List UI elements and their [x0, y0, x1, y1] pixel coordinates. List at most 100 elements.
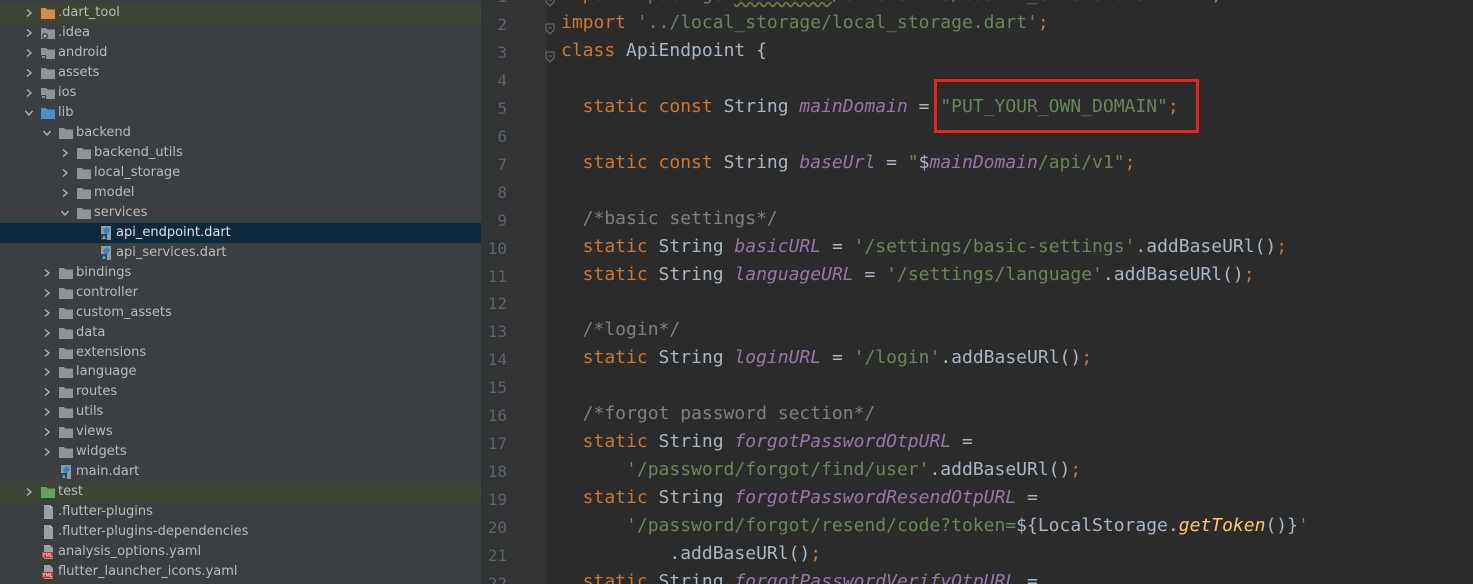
tree-file-item[interactable]: YML analysis_options.yaml: [0, 542, 481, 562]
tree-folder-item[interactable]: local_storage: [0, 163, 481, 183]
chevron-down-icon[interactable]: [58, 203, 72, 223]
chevron-right-icon[interactable]: [40, 362, 54, 382]
chevron-right-icon[interactable]: [22, 23, 36, 43]
chevron-right-icon[interactable]: [22, 63, 36, 83]
chevron-right-icon[interactable]: [58, 143, 72, 163]
tree-item-label: analysis_options.yaml: [58, 544, 202, 559]
code-token: String: [723, 95, 800, 117]
code-line[interactable]: class ApiEndpoint {: [561, 40, 767, 61]
code-token: String: [658, 431, 735, 453]
code-line[interactable]: /*login*/: [561, 319, 681, 340]
code-token: String: [658, 347, 735, 369]
code-line[interactable]: import '../local_storage/local_storage.d…: [561, 12, 1049, 33]
tree-folder-item[interactable]: assets: [0, 63, 481, 83]
chevron-right-icon[interactable]: [40, 303, 54, 323]
line-number: 4: [497, 70, 507, 90]
folder-icon: [58, 126, 74, 140]
tree-folder-item[interactable]: backend_utils: [0, 143, 481, 163]
code-token: class: [561, 39, 627, 61]
code-token: import: [561, 11, 637, 33]
code-token: static: [561, 487, 659, 509]
tree-folder-item[interactable]: test: [0, 482, 481, 502]
highlight-box: [934, 79, 1199, 133]
fold-marker-icon[interactable]: [545, 0, 555, 7]
tree-file-item[interactable]: YML flutter_launcher_icons.yaml: [0, 562, 481, 582]
chevron-right-icon[interactable]: [40, 323, 54, 343]
tree-folder-item[interactable]: views: [0, 422, 481, 442]
tree-folder-item[interactable]: backend: [0, 123, 481, 143]
tree-item-label: views: [76, 424, 113, 439]
code-line[interactable]: static String languageURL = '/settings/l…: [561, 264, 1255, 285]
chevron-right-icon[interactable]: [58, 163, 72, 183]
tree-folder-item[interactable]: controller: [0, 283, 481, 303]
code-token: .addBaseURl(): [1135, 235, 1277, 257]
chevron-down-icon[interactable]: [40, 123, 54, 143]
chevron-right-icon[interactable]: [40, 442, 54, 462]
chevron-right-icon[interactable]: [40, 402, 54, 422]
line-number: 5: [497, 98, 507, 118]
tree-item-label: .flutter-plugins: [58, 504, 153, 519]
tree-item-label: api_services.dart: [116, 245, 227, 260]
chevron-right-icon[interactable]: [22, 3, 36, 23]
code-line[interactable]: /*basic settings*/: [561, 208, 778, 229]
chevron-right-icon[interactable]: [22, 43, 36, 63]
code-token: =: [951, 431, 973, 453]
tree-folder-item[interactable]: extensions: [0, 343, 481, 363]
chevron-right-icon[interactable]: [40, 283, 54, 303]
chevron-right-icon[interactable]: [40, 263, 54, 283]
code-line[interactable]: .addBaseURl();: [561, 543, 821, 564]
module-folder-icon: [40, 86, 56, 100]
chevron-right-icon[interactable]: [58, 183, 72, 203]
tree-folder-item[interactable]: android: [0, 43, 481, 63]
tree-item-label: model: [94, 185, 135, 200]
tree-folder-item[interactable]: .dart_tool: [0, 3, 481, 23]
tree-item-label: flutter_launcher_icons.yaml: [58, 564, 238, 579]
code-line[interactable]: import 'package:ecommerce/extensions/cus…: [561, 0, 1222, 5]
code-token: LocalStorage.: [1037, 515, 1179, 537]
chevron-right-icon[interactable]: [40, 343, 54, 363]
tree-file-item[interactable]: api_endpoint.dart: [0, 223, 481, 243]
code-token: String: [658, 263, 735, 285]
chevron-right-icon[interactable]: [22, 482, 36, 502]
line-number: 16: [487, 406, 507, 426]
tree-folder-item[interactable]: .idea: [0, 23, 481, 43]
chevron-right-icon[interactable]: [22, 83, 36, 103]
tree-file-item[interactable]: api_services.dart: [0, 243, 481, 263]
tree-folder-item[interactable]: bindings: [0, 263, 481, 283]
code-line[interactable]: static String forgotPasswordVerifyOtpURL…: [561, 571, 1038, 584]
tree-folder-item[interactable]: lib: [0, 103, 481, 123]
tree-folder-item[interactable]: routes: [0, 382, 481, 402]
tree-folder-item[interactable]: data: [0, 323, 481, 343]
code-line[interactable]: '/password/forgot/resend/code?token=${Lo…: [561, 515, 1309, 536]
code-token: ;: [1037, 11, 1049, 33]
code-line[interactable]: static const String baseUrl = "$mainDoma…: [561, 152, 1136, 173]
folder-icon: [76, 206, 92, 220]
tree-folder-item[interactable]: model: [0, 183, 481, 203]
tree-folder-item[interactable]: ios: [0, 83, 481, 103]
code-line[interactable]: '/password/forgot/find/user'.addBaseURl(…: [561, 459, 1081, 480]
line-number: 19: [487, 490, 507, 510]
chevron-down-icon[interactable]: [22, 103, 36, 123]
tree-folder-item[interactable]: services: [0, 203, 481, 223]
code-line[interactable]: /*forgot password section*/: [561, 403, 876, 424]
code-line[interactable]: static String forgotPasswordResendOtpURL…: [561, 487, 1038, 508]
line-number: 22: [487, 573, 507, 584]
code-line[interactable]: static String basicURL = '/settings/basi…: [561, 236, 1287, 257]
chevron-right-icon[interactable]: [40, 382, 54, 402]
tree-folder-item[interactable]: utils: [0, 402, 481, 422]
code-line[interactable]: static String loginURL = '/login'.addBas…: [561, 347, 1092, 368]
code-token: ApiEndpoint {: [626, 39, 767, 61]
tree-folder-item[interactable]: language: [0, 362, 481, 382]
fold-marker-icon[interactable]: [545, 48, 555, 63]
tree-file-item[interactable]: .flutter-plugins-dependencies: [0, 522, 481, 542]
chevron-right-icon[interactable]: [40, 422, 54, 442]
tree-file-item[interactable]: .flutter-plugins: [0, 502, 481, 522]
tree-folder-item[interactable]: widgets: [0, 442, 481, 462]
dart-file-icon: [58, 465, 74, 479]
code-token: =: [853, 263, 887, 285]
tree-file-item[interactable]: main.dart: [0, 462, 481, 482]
tree-folder-item[interactable]: custom_assets: [0, 303, 481, 323]
fold-marker-icon[interactable]: [545, 20, 555, 35]
code-line[interactable]: static String forgotPasswordOtpURL =: [561, 431, 973, 452]
code-token: ${: [1016, 515, 1038, 537]
